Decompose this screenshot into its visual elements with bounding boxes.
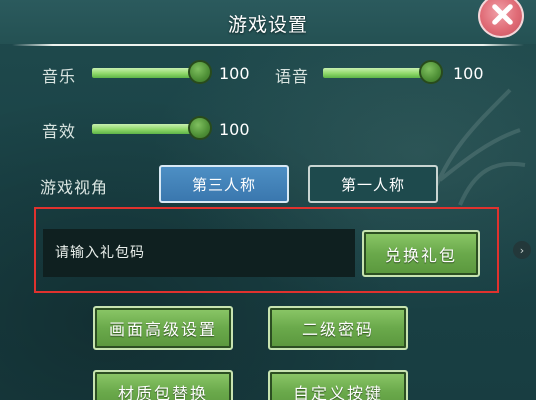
sfx-label: 音效 [42,122,77,141]
close-x-icon [490,2,514,26]
sfx-slider[interactable] [92,116,212,142]
redeem-gift-button[interactable]: 兑换礼包 [362,230,480,277]
title-divider [12,44,524,46]
voice-slider-knob[interactable] [419,60,443,84]
music-label: 音乐 [42,67,77,86]
texture-pack-button[interactable]: 材质包替换 [93,370,233,400]
music-value: 100 [219,64,250,83]
sfx-value: 100 [219,120,250,139]
view-third-person-button[interactable]: 第三人称 [159,165,289,203]
chevron-right-icon[interactable]: › [513,241,531,259]
page-title: 游戏设置 [227,14,308,36]
view-label: 游戏视角 [40,178,109,197]
sfx-slider-fill [92,124,202,134]
voice-label: 语音 [275,67,310,86]
custom-keys-button[interactable]: 自定义按键 [268,370,408,400]
music-slider-knob[interactable] [188,60,212,84]
voice-slider[interactable] [323,60,443,86]
voice-value: 100 [453,64,484,83]
music-slider-fill [92,68,202,78]
view-first-person-button[interactable]: 第一人称 [308,165,438,203]
music-slider[interactable] [92,60,212,86]
gift-code-input[interactable] [43,229,355,277]
voice-slider-fill [323,68,433,78]
advanced-graphics-button[interactable]: 画面高级设置 [93,306,233,350]
sfx-slider-knob[interactable] [188,116,212,140]
second-password-button[interactable]: 二级密码 [268,306,408,350]
settings-panel: 游戏设置 音乐 100 语音 100 音效 100 游戏视角 第三人称 第一人称… [0,0,536,400]
